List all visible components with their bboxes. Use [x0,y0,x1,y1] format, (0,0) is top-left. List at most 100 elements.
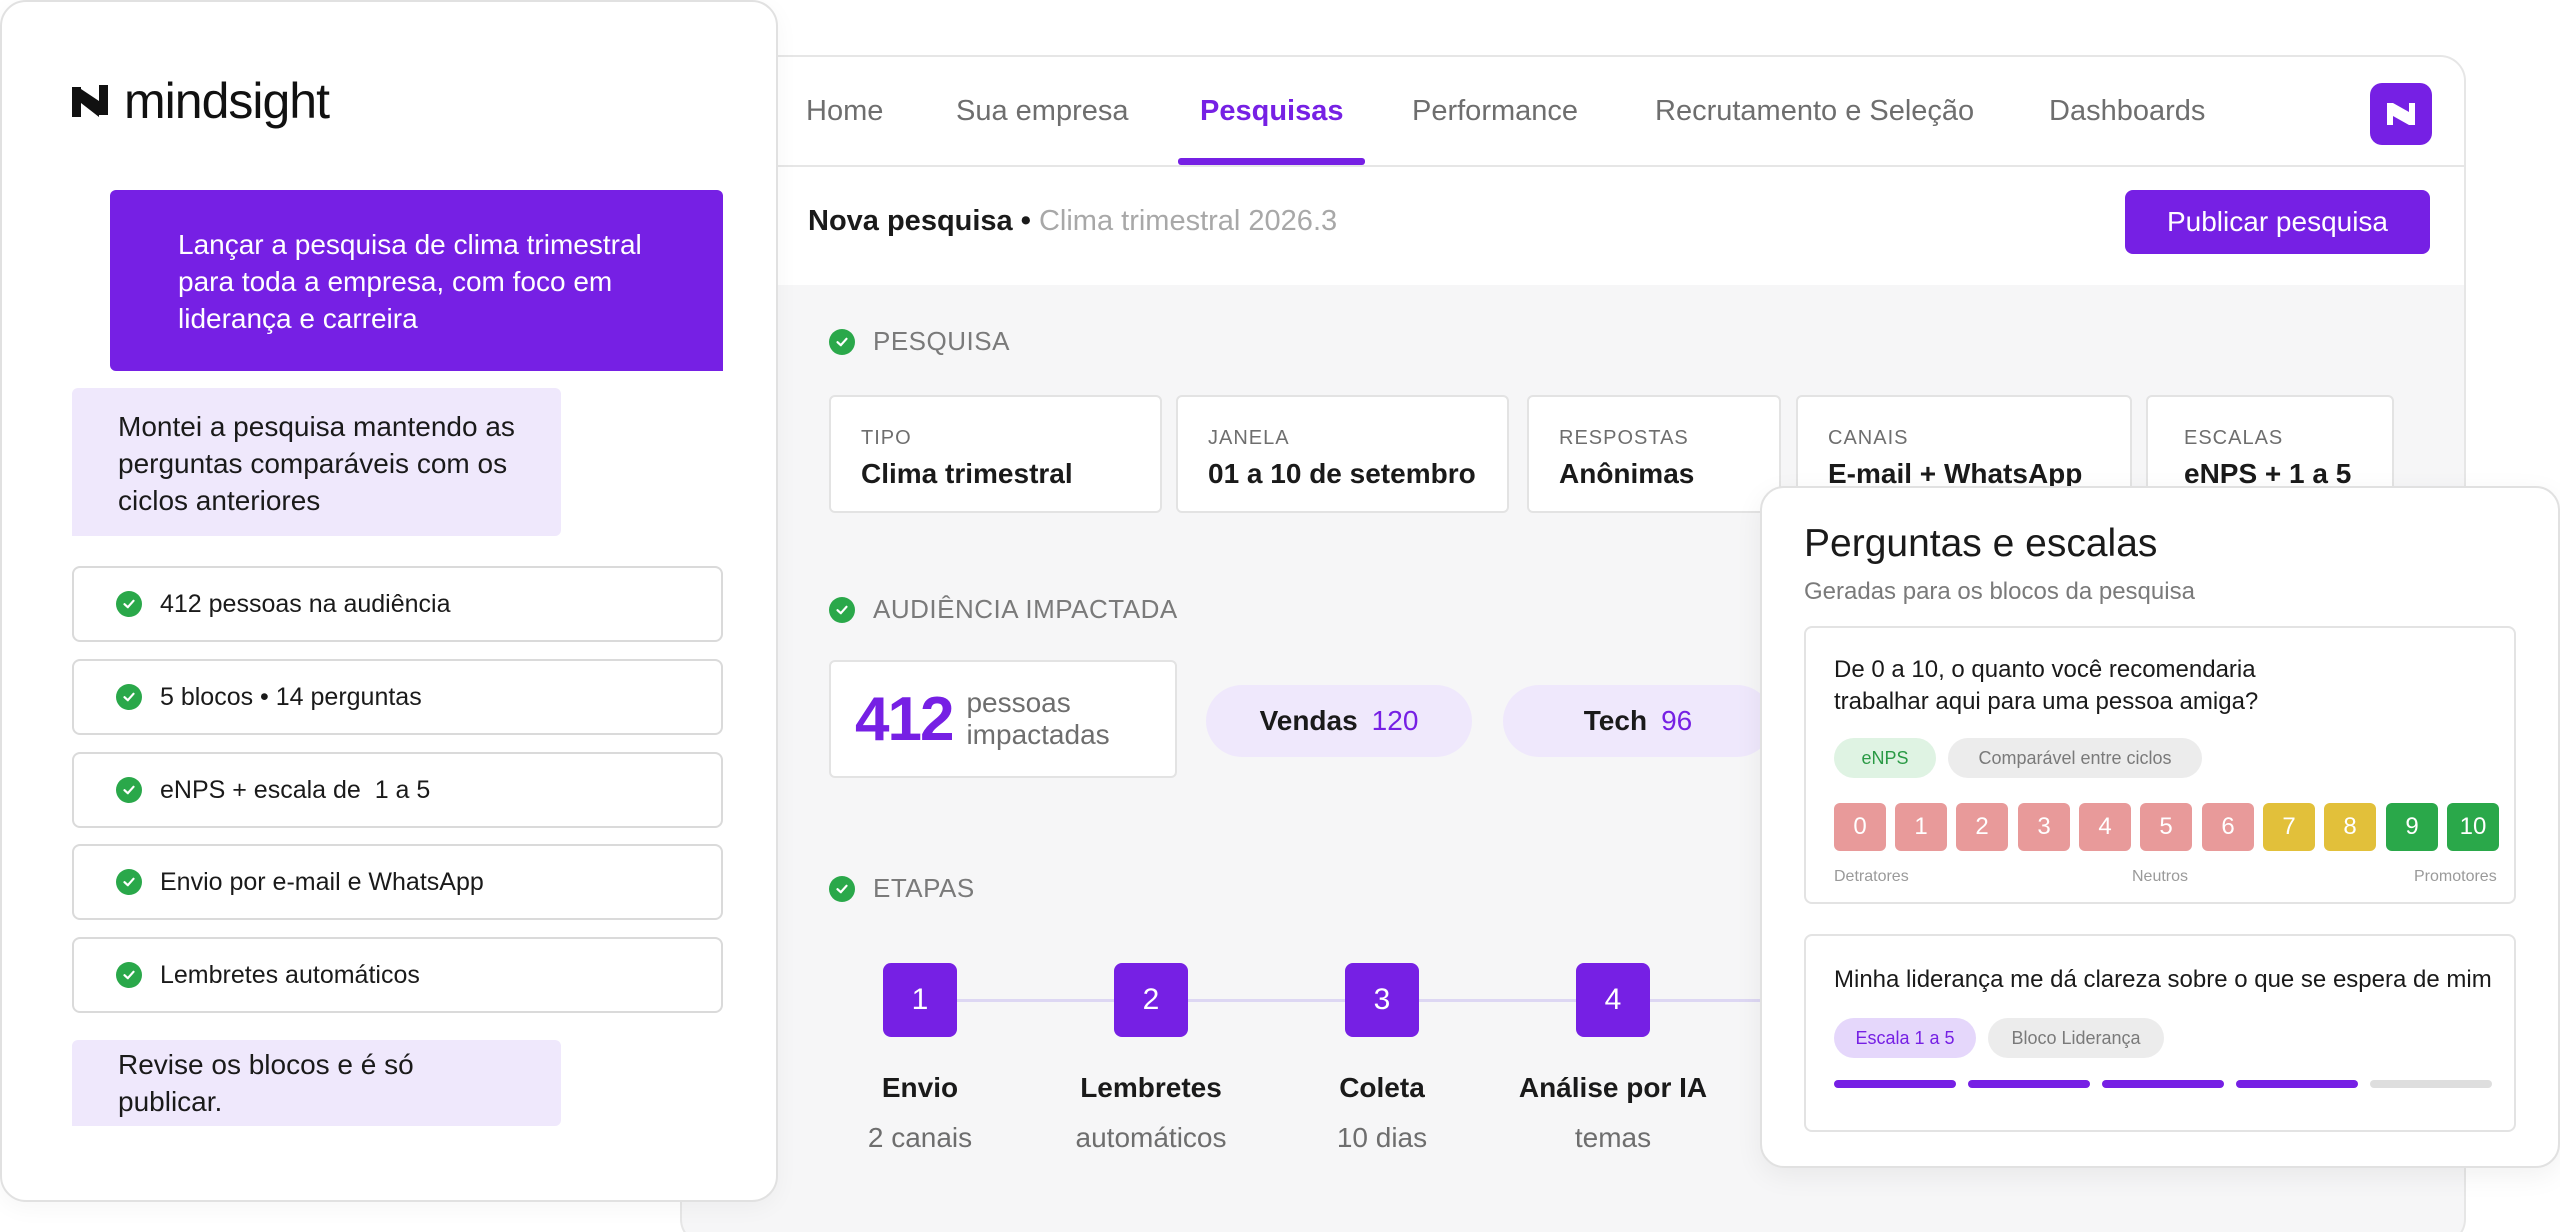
active-tab-indicator [1178,158,1365,165]
audience-group-pill[interactable]: Tech 96 [1503,685,1773,757]
questions-card: Perguntas e escalas Geradas para os bloc… [1760,486,2560,1168]
check-icon [116,777,142,803]
info-card-value: 01 a 10 de setembro [1208,458,1476,489]
tab-pesquisas[interactable]: Pesquisas [1200,95,1343,128]
group-count: 96 [1661,705,1693,736]
question-item[interactable]: Minha liderança me dá clareza sobre o qu… [1804,934,2516,1132]
check-icon [116,869,142,895]
mindsight-logo-icon [72,85,108,117]
publish-survey-button[interactable]: Publicar pesquisa [2125,190,2430,254]
audience-total-card: 412 pessoas impactadas [829,660,1177,778]
step-detail: automáticos [1075,1122,1227,1153]
step-name: Análise por IA [1518,1072,1708,1103]
section-audiencia-label: AUDIÊNCIA IMPACTADA [873,594,1178,624]
score-button[interactable]: 5 [2140,803,2192,851]
info-card-label: JANELA [1208,427,1290,449]
check-icon [116,591,142,617]
step-name: Coleta [1339,1072,1425,1103]
tag-scale: Escala 1 a 5 [1834,1018,1976,1058]
scale-segment [2236,1080,2358,1088]
score-button[interactable]: 10 [2447,803,2499,851]
page-title: Nova pesquisa • Clima trimestral 2026.3 [808,205,1337,238]
tab-sua-empresa[interactable]: Sua empresa [956,95,1129,128]
info-card-janela: JANELA 01 a 10 de setembro [1176,395,1509,513]
section-etapas-label: ETAPAS [873,873,975,903]
scale-segment [2370,1080,2492,1088]
scale-segment [1834,1080,1956,1088]
question-text: De 0 a 10, o quanto você recomendaria tr… [1834,656,2259,715]
info-card-value: Anônimas [1559,458,1695,489]
step-number: 2 [1114,963,1188,1037]
tab-performance[interactable]: Performance [1412,95,1578,128]
check-icon [116,962,142,988]
step-detail: 2 canais [867,1122,973,1153]
assistant-message-bubble: Montei a pesquisa mantendo as perguntas … [72,388,561,536]
score-button[interactable]: 4 [2079,803,2131,851]
question-item[interactable]: De 0 a 10, o quanto você recomendaria tr… [1804,626,2516,904]
checklist-item-label: Envio por e-mail e WhatsApp [160,867,484,896]
user-message-bubble: Lançar a pesquisa de clima trimestral pa… [110,190,723,371]
section-etapas-heading: ETAPAS [829,873,975,904]
brand-name: mindsight [124,73,330,129]
page-title-main: Nova pesquisa [808,205,1013,237]
checklist-item: Envio por e-mail e WhatsApp [72,844,723,920]
score-button[interactable]: 2 [1956,803,2008,851]
tab-home[interactable]: Home [806,95,883,128]
check-icon [829,328,855,355]
audience-total-number: 412 [855,684,954,754]
info-card-label: TIPO [861,427,912,449]
section-pesquisa-heading: PESQUISA [829,326,1010,357]
page-title-survey-name: Clima trimestral 2026.3 [1038,205,1338,237]
checklist-item: Lembretes automáticos [72,937,723,1013]
score-button[interactable]: 1 [1895,803,1947,851]
questions-card-subtitle: Geradas para os blocos da pesquisa [1804,578,2195,605]
tag-comparable: Comparável entre ciclos [1948,738,2202,778]
info-card-respostas: RESPOSTAS Anônimas [1527,395,1781,513]
group-name: Vendas [1259,705,1358,736]
top-navigation: Home Sua empresa Pesquisas Performance R… [682,57,2464,167]
scale-label-promoters: Promotores [2414,868,2497,885]
section-pesquisa-label: PESQUISA [873,326,1010,356]
mindsight-mark-icon [2387,103,2415,125]
info-card-value: Clima trimestral [861,458,1073,489]
group-name: Tech [1583,705,1648,736]
check-icon [829,596,855,623]
step-name: Lembretes [1080,1072,1222,1103]
score-button[interactable]: 0 [1834,803,1886,851]
checklist-item-label: Lembretes automáticos [160,960,420,989]
audience-total-label: pessoas impactadas [966,686,1110,750]
info-card-tipo: TIPO Clima trimestral [829,395,1162,513]
assistant-chat-panel: mindsight Lançar a pesquisa de clima tri… [0,0,778,1202]
tag-enps: eNPS [1834,738,1936,778]
score-button[interactable]: 7 [2263,803,2315,851]
title-separator: • [1020,205,1031,237]
score-button[interactable]: 8 [2324,803,2376,851]
scale-segment [2102,1080,2224,1088]
checklist-item: 5 blocos • 14 perguntas [72,659,723,735]
checklist-item-label: 5 blocos • 14 perguntas [160,682,422,711]
scale-label-detractors: Detratores [1834,868,1909,885]
step-name: Envio [881,1072,959,1103]
question-text: Minha liderança me dá clareza sobre o qu… [1834,966,2492,993]
checklist-item-label: eNPS + escala de 1 a 5 [160,775,431,804]
checklist-item: eNPS + escala de 1 a 5 [72,752,723,828]
brand-logo: mindsight [72,72,330,130]
info-card-label: RESPOSTAS [1559,427,1689,449]
info-card-label: CANAIS [1828,427,1909,449]
info-card-label: ESCALAS [2184,427,2284,449]
section-audiencia-heading: AUDIÊNCIA IMPACTADA [829,594,1178,625]
step-number: 3 [1345,963,1419,1037]
checklist-item: 412 pessoas na audiência [72,566,723,642]
scale-segment [1968,1080,2090,1088]
assistant-closing-bubble: Revise os blocos e é só publicar. [72,1040,561,1126]
audience-group-pill[interactable]: Vendas 120 [1206,685,1472,757]
step-detail: 10 dias [1336,1122,1428,1153]
group-count: 120 [1371,705,1419,736]
score-button[interactable]: 3 [2018,803,2070,851]
checklist-item-label: 412 pessoas na audiência [160,589,451,618]
tab-recrutamento[interactable]: Recrutamento e Seleção [1655,95,1974,128]
app-logo-button[interactable] [2370,83,2432,145]
score-button[interactable]: 9 [2386,803,2438,851]
tab-dashboards[interactable]: Dashboards [2049,95,2205,128]
score-button[interactable]: 6 [2202,803,2254,851]
